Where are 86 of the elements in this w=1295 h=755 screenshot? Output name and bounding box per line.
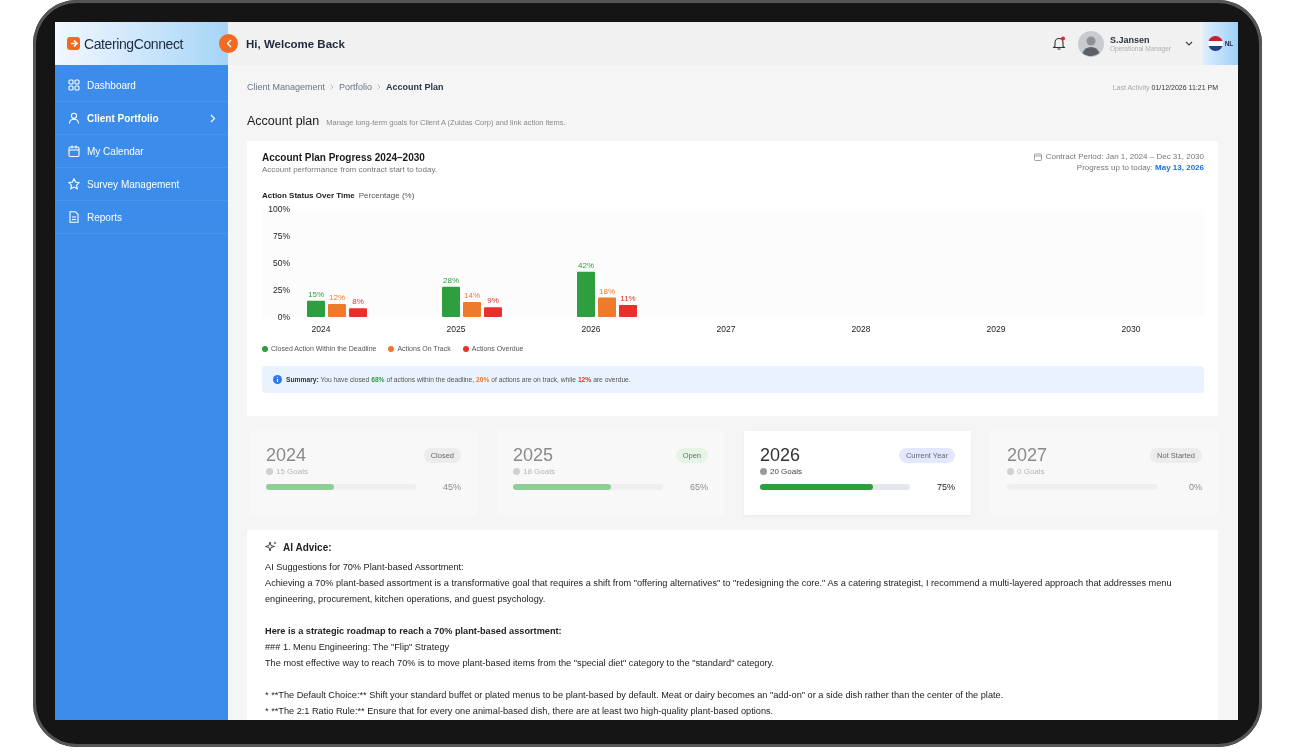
advice-text: Here is a strategic roadmap to reach a 70% plant-based assortment: [265,625,563,638]
brand-name: CateringConnect [84,35,184,52]
axis-tick-label: 2030 [1121,324,1141,334]
progress-date: Progress up to today: May 13, 2026 [1076,163,1204,172]
star-icon [68,178,80,190]
advice-text: The most effective way to reach 70% is to move plant-based items from the "special diet" category to the "standard" category. [265,657,776,670]
advice-text: AI Suggestions for 70% Plant-based Assortment: [265,561,465,574]
calendar-icon [68,145,80,157]
breadcrumb-link[interactable]: Client Management [247,82,326,92]
breadcrumb-link[interactable]: Portfolio [339,82,373,92]
data-label: 18% [599,286,615,296]
bar [307,300,325,317]
goal-dot-icon [760,468,767,475]
card-subtitle: Account performance from contract start to today. [262,165,438,174]
bar [619,305,637,317]
bar [442,286,460,317]
axis-tick-label: 50% [273,258,290,268]
person-icon [68,112,80,124]
axis-tick-label: 0% [277,312,290,322]
axis-tick-label: 2028 [851,324,871,334]
sidebar-item[interactable]: Survey Management [55,168,228,201]
avatar-icon [1077,30,1104,57]
breadcrumb-separator-icon [330,84,335,90]
percent-label: 75% [937,482,955,492]
info-icon [273,375,282,384]
data-label: 28% [443,275,459,285]
axis-tick-label: 2025 [446,324,466,334]
axis-tick-label: 2029 [986,324,1006,334]
axis-tick-label: 2027 [716,324,736,334]
axis-tick-label: 2024 [311,324,331,334]
grid-icon [68,79,80,91]
axis-tick-label: 25% [273,285,290,295]
advice-text: ### 1. Menu Engineering: The "Flip" Strategy [265,641,451,654]
percent-label: 65% [690,482,708,492]
page-title: Account plan [247,114,320,128]
bar [577,271,595,317]
goal-count: 20 Goals [770,467,803,476]
percent-label: 0% [1189,482,1202,492]
bar [328,304,346,317]
bar [349,308,367,317]
sparkle-icon [265,541,277,553]
goal-dot-icon [513,468,520,475]
user-name: S.Jansen [1109,35,1151,45]
bell-icon[interactable] [1051,36,1066,51]
axis-tick-label: 100% [268,204,290,214]
data-label: 15% [308,289,324,299]
year-label: 2024 [266,445,307,466]
chart-title: Action Status Over Time [262,191,355,200]
ai-advice-title: AI Advice: [283,541,332,553]
axis-tick-label: 2026 [581,324,601,334]
axis-tick-label: 75% [273,231,290,241]
dropdown-caret-icon[interactable] [1185,41,1193,46]
advice-text: * **The 2:1 Ratio Rule:** Ensure that for every one animal-based dish, there are at least two high-quality plant-based options. [265,705,775,718]
percent-label: 45% [443,482,461,492]
breadcrumb-separator-icon [377,84,382,90]
axis-label: Percentage (%) [358,191,415,200]
chevron-icon [210,113,216,123]
data-label: 14% [464,290,480,300]
flag-icon [1207,36,1223,51]
data-label: 9% [487,296,499,306]
bar [463,301,481,317]
data-label: 11% [620,294,636,304]
year-label: 2027 [1007,445,1048,466]
document-icon [68,211,80,223]
advice-text: * **The Default Choice:** Shift your standard buffet or plated menus to be plant-based by default. Meat or dairy becomes an "add-on" or a side dish rather than the center of the plate. [265,689,1005,702]
year-label: 2025 [513,445,554,466]
bar [484,307,502,317]
bar [598,297,616,317]
sidebar-item[interactable]: Client Portfolio [55,102,228,135]
data-label: 12% [329,293,345,303]
logo-icon [67,37,80,50]
card-title: Account Plan Progress 2024–2030 [262,152,426,163]
goal-dot-icon [266,468,273,475]
sidebar-item[interactable]: Reports [55,201,228,234]
goal-dot-icon [1007,468,1014,475]
year-label: 2026 [760,445,801,466]
sidebar-item[interactable]: My Calendar [55,135,228,168]
data-label: 8% [352,297,364,307]
data-label: 42% [578,260,594,270]
breadcrumb-link[interactable]: Account Plan [386,82,444,92]
contract-period: Contract Period: Jan 1, 2024 – Dec 31, 2030 [1045,152,1204,161]
sidebar-item[interactable]: Dashboard [55,69,228,102]
advice-text: Achieving a 70% plant-based assortment is a transformative goal that requires a shift from "offering alternatives" to "redesigning the core." As a catering strategist, I recommend a multi-layered approach that addresses menu engineering, procurement, kitchen operations, and guest psychology. [265,577,1173,606]
calendar-icon [1033,152,1042,161]
greeting: Hi, Welcome Back [246,37,345,50]
chevron-left-icon [225,39,232,48]
